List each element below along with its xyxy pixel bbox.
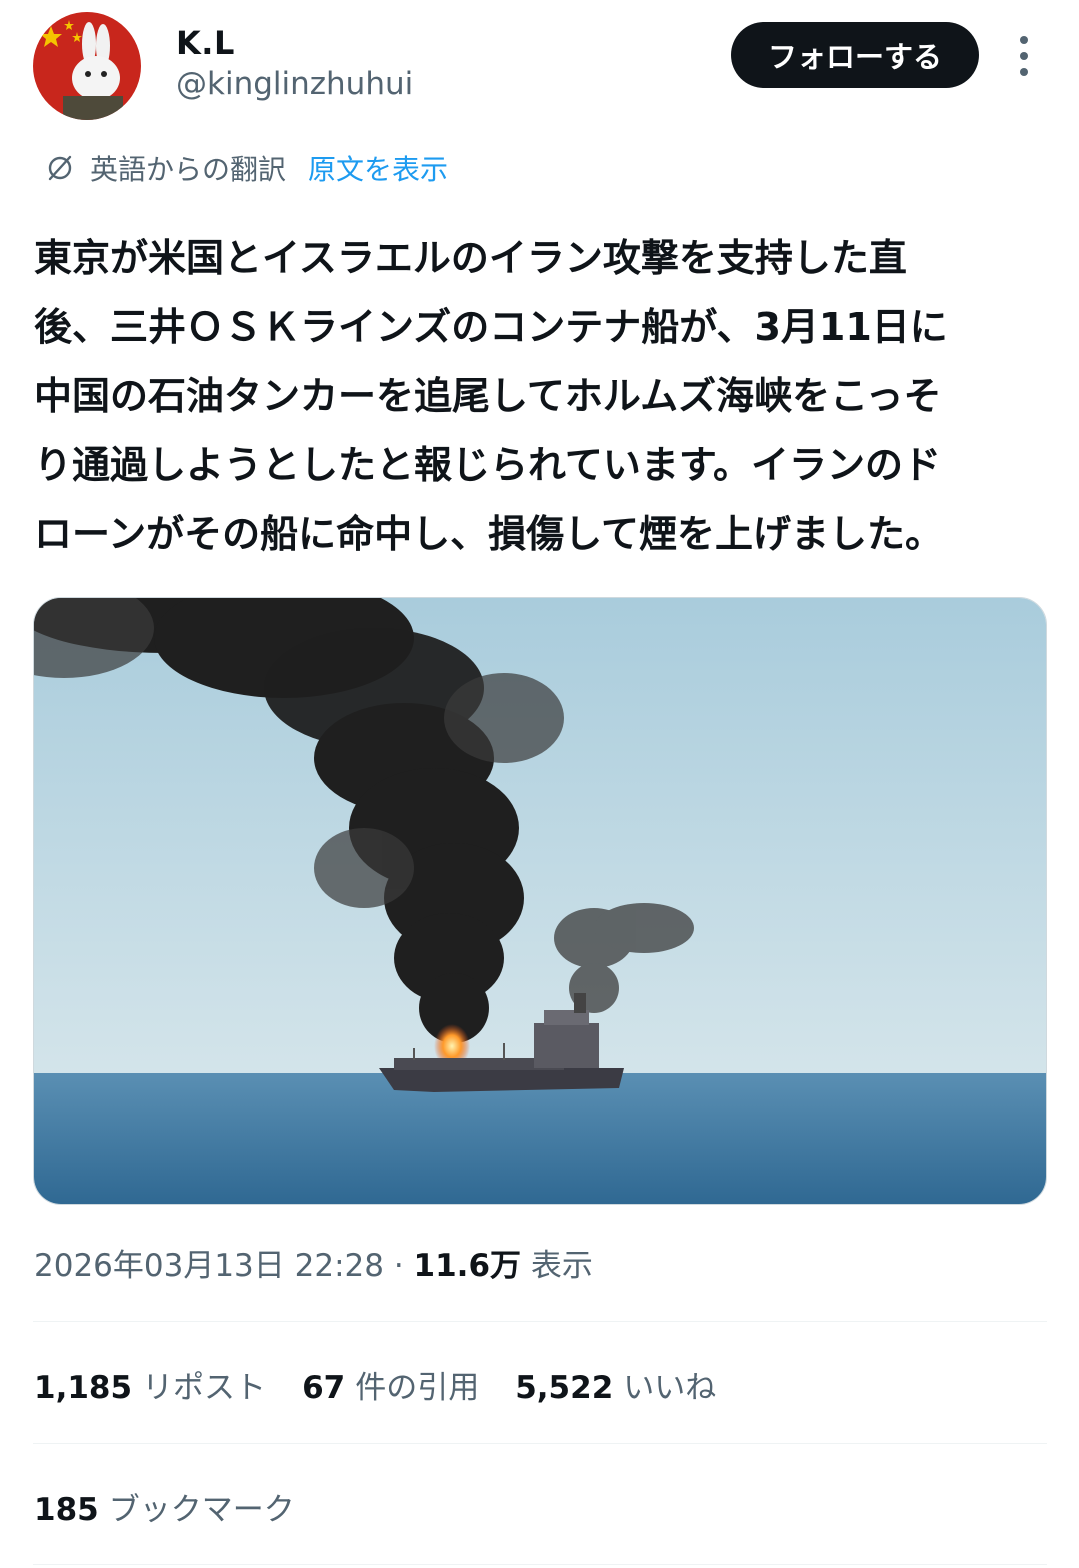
tweet-text-line: 東京が米国とイスラエルのイラン攻撃を支持した直 (34, 236, 907, 280)
views-label: 表示 (530, 1248, 593, 1284)
divider (33, 1564, 1047, 1565)
more-dot (1020, 52, 1028, 60)
bookmarks-stat[interactable]: 185 ブックマーク (34, 1484, 295, 1529)
bookmarks-label: ブックマーク (108, 1492, 295, 1528)
tweet-text-line: り通過しようとしたと報じられています。イランのド (34, 443, 942, 487)
tweet-text-line: 中国の石油タンカーを追尾してホルムズ海峡をこっそ (34, 374, 942, 418)
tweet-meta: 2026年03月13日 22:28 · 11.6万 表示 (34, 1240, 593, 1285)
divider (33, 1443, 1047, 1444)
tweet-header: K.L @kinglinzhuhui フォローする (0, 0, 1079, 140)
engagement-stats: 1,185 リポスト 67 件の引用 5,522 いいね (34, 1362, 752, 1407)
tweet-timestamp[interactable]: 2026年03月13日 22:28 (34, 1248, 384, 1284)
quotes-label: 件の引用 (355, 1370, 480, 1406)
show-original-link[interactable]: 原文を表示 (308, 148, 448, 188)
reposts-label: リポスト (142, 1370, 267, 1406)
bookmarks-count: 185 (34, 1492, 99, 1528)
follow-button[interactable]: フォローする (731, 22, 979, 88)
more-options-icon[interactable] (1006, 32, 1042, 80)
tweet-text: 東京が米国とイスラエルのイラン攻撃を支持した直 後、三井ＯＳＫラインズのコンテナ… (34, 224, 1044, 569)
user-handle[interactable]: @kinglinzhuhui (176, 66, 413, 102)
views-count: 11.6万 (413, 1248, 522, 1284)
meta-separator: · (383, 1248, 414, 1284)
translation-notice: 英語からの翻訳 原文を表示 (44, 146, 448, 190)
divider (33, 1321, 1047, 1322)
reposts-count: 1,185 (34, 1370, 133, 1406)
translation-label: 英語からの翻訳 (90, 153, 287, 186)
reposts-stat[interactable]: 1,185 リポスト (34, 1362, 266, 1407)
likes-count: 5,522 (515, 1370, 614, 1406)
more-dot (1020, 68, 1028, 76)
tweet-media-image[interactable] (33, 597, 1047, 1205)
likes-label: いいね (623, 1370, 717, 1406)
bookmark-stats: 185 ブックマーク (34, 1484, 331, 1529)
quotes-count: 67 (302, 1370, 346, 1406)
avatar[interactable] (33, 12, 141, 120)
quotes-stat[interactable]: 67 件の引用 (302, 1362, 479, 1407)
tweet-text-line: 後、三井ＯＳＫラインズのコンテナ船が、3月11日に (34, 305, 948, 349)
user-display-name[interactable]: K.L (176, 24, 235, 62)
more-dot (1020, 36, 1028, 44)
tweet-text-line: ローンがその船に命中し、損傷して煙を上げました。 (34, 512, 943, 556)
likes-stat[interactable]: 5,522 いいね (515, 1362, 716, 1407)
translate-icon (48, 155, 72, 181)
